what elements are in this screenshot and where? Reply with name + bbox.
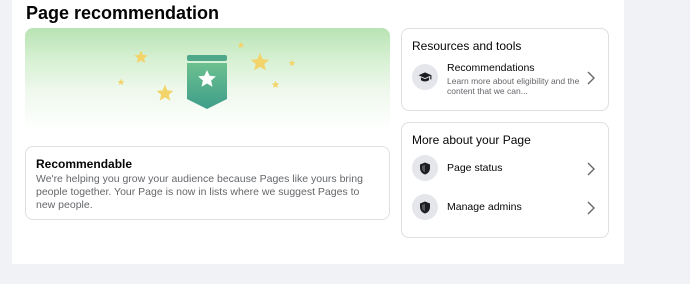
page-status-link[interactable]: Page status: [412, 154, 598, 184]
recommendation-banner: [25, 28, 390, 130]
resources-card: Resources and tools Recommendations Lear…: [401, 28, 609, 111]
star-icon: [288, 59, 296, 67]
graduation-cap-icon: [412, 64, 438, 90]
shield-icon: [412, 155, 438, 181]
shield-icon: [412, 194, 438, 220]
star-icon: [237, 41, 245, 49]
star-icon: [117, 78, 125, 86]
chevron-right-icon: [587, 201, 595, 215]
about-page-heading: More about your Page: [412, 133, 531, 147]
manage-admins-label: Manage admins: [447, 201, 522, 213]
chevron-right-icon: [587, 71, 595, 85]
recommendable-title: Recommendable: [36, 157, 133, 171]
star-icon: [271, 80, 280, 88]
chevron-right-icon: [587, 162, 595, 176]
star-icon: [250, 52, 270, 71]
page-title: Page recommendation: [26, 3, 220, 23]
page-status-label: Page status: [447, 162, 503, 174]
resources-heading: Resources and tools: [412, 39, 522, 53]
star-icon: [156, 84, 174, 101]
recommendations-description: Learn more about eligibility and the con…: [447, 76, 580, 96]
manage-admins-link[interactable]: Manage admins: [412, 193, 598, 223]
recommendable-card: Recommendable We're helping you grow you…: [25, 146, 390, 220]
recommendable-description: We're helping you grow your audience bec…: [36, 173, 363, 211]
star-icon: [134, 50, 148, 64]
recommendation-badge-icon: [187, 55, 227, 109]
recommendations-link[interactable]: Recommendations Learn more about eligibi…: [412, 62, 598, 96]
about-page-card: More about your Page Page status Manage …: [401, 122, 609, 238]
recommendations-label: Recommendations: [447, 62, 535, 74]
